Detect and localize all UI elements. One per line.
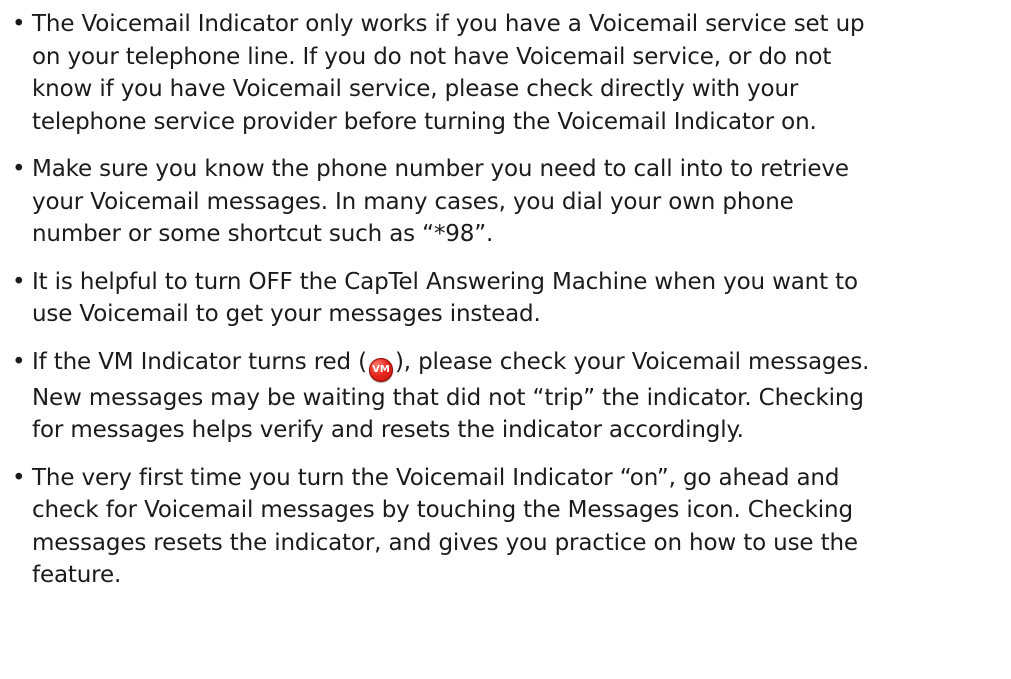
text-line: messages resets the indicator, and gives… <box>32 529 858 556</box>
vm-indicator-icon: VM <box>368 357 393 382</box>
voicemail-tips-list: • The Voicemail Indicator only works if … <box>0 8 1011 607</box>
list-item: • The Voicemail Indicator only works if … <box>0 8 1011 138</box>
text-line: The Voicemail Indicator only works if yo… <box>32 11 865 37</box>
bullet-marker: • <box>12 11 26 37</box>
text-line: feature. <box>32 562 122 588</box>
bullet-marker: • <box>12 348 26 375</box>
list-item: • The very first time you turn the Voice… <box>0 462 1011 592</box>
text-line: use Voicemail to get your messages inste… <box>32 301 541 327</box>
list-item: • If the VM Indicator turns red (VM), pl… <box>0 346 1011 447</box>
text-line: on your telephone line. If you do not ha… <box>32 43 832 70</box>
bullet-marker: • <box>12 156 26 182</box>
text-line: New messages may be waiting that did not… <box>32 384 864 411</box>
text-segment: ), please check your Voicemail messages. <box>394 348 870 375</box>
bullet-marker: • <box>12 464 26 491</box>
text-line: If the VM Indicator turns red (VM), plea… <box>32 346 1011 382</box>
text-line: It is helpful to turn OFF the CapTel Ans… <box>32 268 858 295</box>
text-line: The very first time you turn the Voicema… <box>32 464 840 491</box>
list-item: • It is helpful to turn OFF the CapTel A… <box>0 266 1011 331</box>
text-line: for messages helps verify and resets the… <box>32 417 744 443</box>
text-line: Make sure you know the phone number you … <box>32 156 849 182</box>
text-segment: If the VM Indicator turns red ( <box>32 348 367 375</box>
text-line: number or some shortcut such as “*98”. <box>32 221 494 247</box>
bullet-marker: • <box>12 268 26 295</box>
text-line: telephone service provider before turnin… <box>32 108 817 135</box>
text-line: know if you have Voicemail service, plea… <box>32 76 799 102</box>
text-line: your Voicemail messages. In many cases, … <box>32 188 794 215</box>
text-line: check for Voicemail messages by touching… <box>32 497 853 523</box>
list-item: • Make sure you know the phone number yo… <box>0 153 1011 251</box>
